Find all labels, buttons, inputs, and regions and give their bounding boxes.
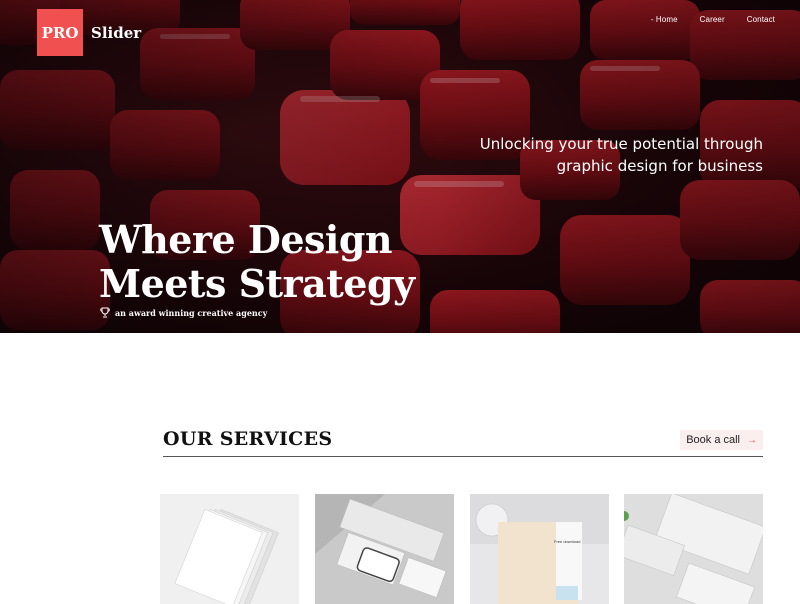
services-title: OUR SERVICES <box>163 428 333 450</box>
book-a-call-label: Book a call <box>686 434 740 446</box>
site-logo[interactable]: PRO Slider <box>37 9 141 56</box>
document-mockup-image <box>470 494 609 604</box>
services-header: OUR SERVICES Book a call → <box>163 428 763 457</box>
hero-headline: Where Design Meets Strategy <box>99 218 415 306</box>
nav-item-career[interactable]: Career <box>700 15 725 24</box>
nav-item-contact[interactable]: Contact <box>747 15 775 24</box>
award-badge: an award winning creative agency <box>100 307 267 318</box>
headline-line-1: Where Design <box>99 217 393 262</box>
business-cards-image <box>624 494 763 604</box>
hero-tagline: Unlocking your true potential through gr… <box>443 133 763 177</box>
nav-item-home[interactable]: Home <box>651 15 678 24</box>
headline-line-2: Meets Strategy <box>99 261 415 306</box>
trophy-icon <box>100 307 110 318</box>
award-text: an award winning creative agency <box>115 307 268 318</box>
tagline-line-2: graphic design for business <box>556 157 763 175</box>
service-card-document[interactable]: Free download <box>470 494 609 604</box>
service-card-stationery[interactable] <box>315 494 454 604</box>
hero-banner: PRO Slider Home Career Contact Unlocking… <box>0 0 800 333</box>
tagline-line-1: Unlocking your true potential through <box>479 135 763 153</box>
logo-badge: PRO <box>37 9 83 56</box>
logo-name: Slider <box>91 23 142 42</box>
stacked-papers-image <box>160 494 299 604</box>
document-mockup-text: Free download <box>554 539 581 544</box>
main-nav: Home Career Contact <box>629 15 775 24</box>
stationery-mockup-image <box>315 494 454 604</box>
service-card-stacked-papers[interactable] <box>160 494 299 604</box>
book-a-call-button[interactable]: Book a call → <box>680 430 763 450</box>
arrow-right-icon: → <box>747 434 757 446</box>
service-card-business-cards[interactable] <box>624 494 763 604</box>
